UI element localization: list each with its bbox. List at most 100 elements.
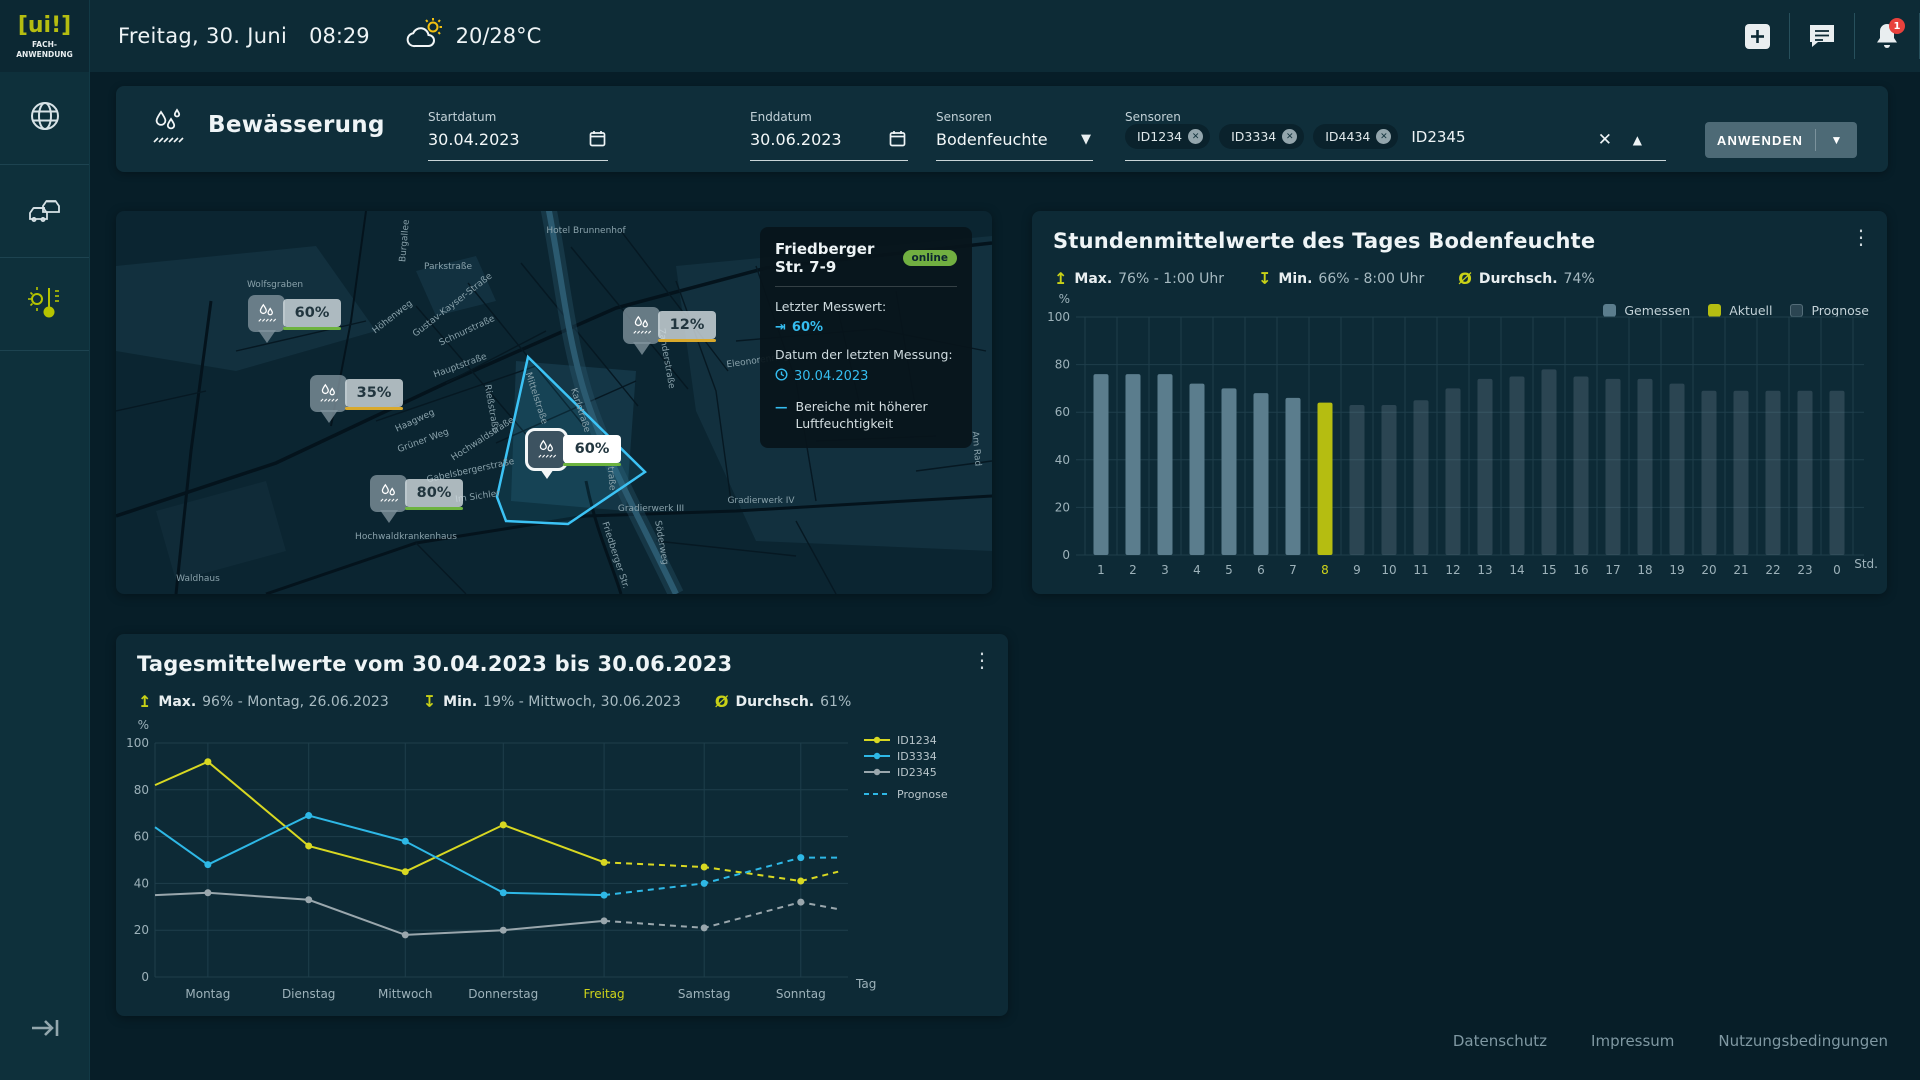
data-point (305, 896, 312, 903)
map-sensor-marker[interactable]: 35% (310, 375, 410, 431)
bar (1574, 377, 1589, 556)
sensor-chip[interactable]: ID3334 ✕ (1219, 124, 1304, 149)
sensor-popup: Friedberger Str. 7-9 online Letzter Mess… (760, 227, 972, 448)
series-line (155, 762, 604, 872)
bar (1510, 377, 1525, 556)
chevron-up-icon[interactable]: ▲ (1633, 133, 1642, 147)
svg-text:80: 80 (1055, 358, 1070, 372)
end-date-value[interactable]: 30.06.2023 (750, 130, 842, 149)
end-date-field[interactable]: Enddatum 30.06.2023 (750, 86, 908, 172)
apply-label: ANWENDEN (1705, 133, 1815, 148)
legend-item-id3334[interactable]: ID3334 (864, 748, 948, 764)
map-sensor-marker[interactable]: 12% (623, 307, 723, 363)
svg-text:Std.: Std. (1854, 557, 1878, 571)
sidebar-expand-button[interactable] (0, 1000, 90, 1060)
legend-item-id2345[interactable]: ID2345 (864, 764, 948, 780)
svg-text:20: 20 (1701, 563, 1716, 577)
remove-chip-icon[interactable]: ✕ (1188, 129, 1203, 144)
bar (1222, 388, 1237, 555)
notifications-button[interactable]: 1 (1855, 0, 1919, 72)
sidebar-item-traffic[interactable] (0, 165, 89, 258)
map-sensor-marker[interactable]: 80% (370, 475, 470, 531)
add-button[interactable] (1725, 0, 1789, 72)
messages-button[interactable] (1790, 0, 1854, 72)
svg-text:6: 6 (1257, 563, 1265, 577)
sensor-input[interactable]: ID2345 (1411, 128, 1465, 146)
map-sensor-marker[interactable]: 60% (248, 295, 348, 351)
remove-chip-icon[interactable]: ✕ (1376, 129, 1391, 144)
globe-icon (28, 99, 62, 137)
current-time: 08:29 (309, 24, 370, 48)
svg-text:13: 13 (1477, 563, 1492, 577)
apply-button[interactable]: ANWENDEN ▼ (1705, 122, 1857, 158)
calendar-icon[interactable] (889, 130, 906, 151)
svg-text:0: 0 (141, 970, 149, 984)
remove-chip-icon[interactable]: ✕ (1282, 129, 1297, 144)
data-point (601, 917, 608, 924)
svg-text:20: 20 (134, 923, 149, 937)
daily-chart-panel: Tagesmittelwerte vom 30.04.2023 bis 30.0… (116, 634, 1008, 1016)
legend-item-id1234[interactable]: ID1234 (864, 732, 948, 748)
apply-dropdown-caret[interactable]: ▼ (1815, 129, 1857, 151)
svg-text:40: 40 (134, 876, 149, 890)
calendar-icon[interactable] (589, 130, 606, 151)
svg-text:9: 9 (1353, 563, 1361, 577)
data-point (601, 892, 608, 899)
svg-text:Sonntag: Sonntag (776, 987, 826, 1001)
svg-text:22: 22 (1765, 563, 1780, 577)
field-underline (428, 160, 608, 161)
svg-text:Tag: Tag (855, 977, 876, 991)
thermometer-sun-icon (25, 282, 65, 326)
app-logo[interactable]: [ui!] FACH- ANWENDUNG (0, 0, 89, 72)
sensor-type-value[interactable]: Bodenfeuchte (936, 130, 1048, 149)
legend-item-prognose[interactable]: Prognose (864, 786, 948, 802)
svg-text:19: 19 (1669, 563, 1684, 577)
svg-text:Mittwoch: Mittwoch (378, 987, 432, 1001)
notification-badge: 1 (1889, 18, 1905, 34)
bar (1126, 374, 1141, 555)
svg-text:0: 0 (1062, 548, 1070, 562)
chip-label: ID1234 (1137, 129, 1182, 144)
daily-line-chart: 020406080100%MontagDienstagMittwochDonne… (116, 634, 1008, 1016)
sidebar-item-network[interactable] (0, 72, 89, 165)
start-date-field[interactable]: Startdatum 30.04.2023 (428, 86, 608, 172)
data-point (305, 842, 312, 849)
svg-text:4: 4 (1193, 563, 1201, 577)
sidebar-item-environment[interactable] (0, 258, 89, 351)
start-date-label: Startdatum (428, 110, 496, 124)
measurement-label: Letzter Messwert: (775, 299, 957, 314)
map[interactable]: WolfsgrabenParkstraßeHotel BrunnenhofBur… (116, 211, 992, 594)
temperature: 20/28°C (456, 24, 542, 48)
bar (1798, 391, 1813, 555)
area-note: — Bereiche mit höherer Luftfeuchtigkeit (775, 399, 957, 433)
sensor-chip[interactable]: ID4434 ✕ (1313, 124, 1398, 149)
svg-text:%: % (138, 718, 149, 732)
marker-value: 35% (345, 379, 403, 407)
data-point (204, 889, 211, 896)
footer-link-datenschutz[interactable]: Datenschutz (1453, 1032, 1547, 1050)
sensors-multiselect[interactable]: Sensoren ID1234 ✕ ID3334 ✕ ID4434 ✕ ID23… (1125, 86, 1666, 172)
topbar-actions: 1 (1725, 0, 1920, 72)
svg-text:Montag: Montag (185, 987, 230, 1001)
svg-text:1: 1 (1097, 563, 1105, 577)
data-point (500, 927, 507, 934)
chevron-down-icon[interactable]: ▼ (1081, 132, 1091, 147)
daily-legend: ID1234ID3334ID2345 Prognose (864, 732, 948, 802)
bar (1542, 369, 1557, 555)
series-line (155, 893, 604, 935)
hourly-bar-chart: 020406080100%123456789101112131415161718… (1032, 211, 1887, 594)
irrigation-icon (148, 106, 194, 156)
sensor-chip[interactable]: ID1234 ✕ (1125, 124, 1210, 149)
status-badge: online (903, 250, 957, 266)
sensor-type-select[interactable]: Sensoren Bodenfeuchte ▼ (936, 86, 1093, 172)
start-date-value[interactable]: 30.04.2023 (428, 130, 520, 149)
weather-widget: 20/28°C (404, 16, 542, 56)
field-underline (936, 160, 1093, 161)
footer-link-impressum[interactable]: Impressum (1591, 1032, 1674, 1050)
data-point (402, 838, 409, 845)
series-forecast-line (604, 862, 838, 881)
svg-text:15: 15 (1541, 563, 1556, 577)
footer-link-nutzungsbedingungen[interactable]: Nutzungsbedingungen (1718, 1032, 1888, 1050)
clear-icon[interactable]: ✕ (1598, 130, 1612, 150)
map-sensor-marker[interactable]: 60% (528, 431, 628, 487)
